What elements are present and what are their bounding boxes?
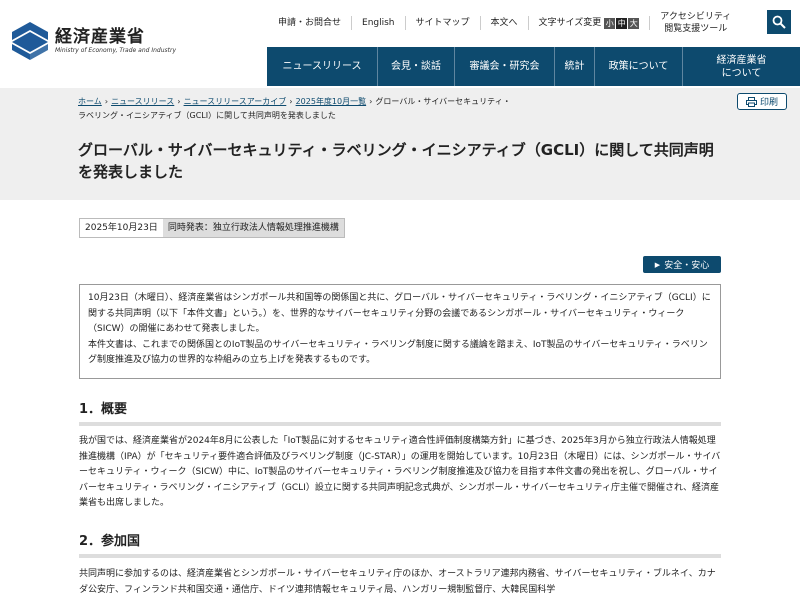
font-size-large[interactable]: 大 [628,17,640,29]
logo-japanese: 経済産業省 [55,27,145,47]
breadcrumb: ホーム › ニュースリリース › ニュースリリースアーカイブ › 2025年度10月一覧 › グ… [78,97,511,120]
font-size-label: 文字サイズ変更 [538,18,602,28]
accessibility-line1: アクセシビリティ [660,12,732,22]
nav-news-release[interactable]: ニュースリリース [267,47,377,86]
font-size-small[interactable]: 小 [604,17,616,29]
category-tag-label: 安全・安心 [664,261,710,271]
utility-nav: 申請・お問合せ English サイトマップ 本文へ 文字サイズ変更 小 中 大… [268,10,741,36]
nav-about-line1: 経済産業省 [716,54,767,66]
printer-icon [745,96,757,107]
search-button[interactable] [767,10,791,34]
util-link-english[interactable]: English [352,16,406,30]
breadcrumb-month-list[interactable]: 2025年度10月一覧 [296,97,367,106]
section-heading-overview: 1．概要 [79,398,721,426]
section-body-participants: 共同声明に参加するのは、経済産業省とシンガポール・サイバーセキュリティ庁のほか、… [79,569,716,595]
main-nav: ニュースリリース 会見・談話 審議会・研究会 統計 政策について 経済産業省 に… [267,47,800,86]
accessibility-line2: 閲覧支援ツール [664,24,728,34]
site-header: 経済産業省 Ministry of Economy, Trade and Ind… [0,0,800,88]
section-heading-participants: 2．参加国 [79,530,721,558]
nav-about-line2: について [721,67,762,79]
nav-councils[interactable]: 審議会・研究会 [454,47,554,86]
joint-announcement: 同時発表：独立行政法人情報処理推進機構 [162,219,344,237]
site-logo[interactable]: 経済産業省 Ministry of Economy, Trade and Ind… [12,22,176,60]
section-body-overview: 我が国では、経済産業省が2024年8月に公表した「IoT製品に対するセキュリティ… [79,436,721,508]
util-link-sitemap[interactable]: サイトマップ [406,16,481,30]
nav-statistics[interactable]: 統計 [554,47,594,86]
play-arrow-icon: ▶ [654,260,661,269]
breadcrumb-current-cont: ラベリング・イニシアティブ（GCLI）に関して共同声明を発表しました [78,111,336,120]
summary-text: 10月23日（木曜日）、経済産業省はシンガポール共和国等の関係国と共に、グローバ… [88,293,711,365]
summary-box: 10月23日（木曜日）、経済産業省はシンガポール共和国等の関係国と共に、グローバ… [79,284,721,379]
search-icon [772,15,786,29]
logo-english: Ministry of Economy, Trade and Industry [55,47,177,54]
category-tag-button[interactable]: ▶ 安全・安心 [643,256,721,273]
meti-logo-icon [12,22,48,60]
util-link-contact[interactable]: 申請・お問合せ [268,16,353,30]
print-label: 印刷 [759,98,778,108]
nav-press-conference[interactable]: 会見・談話 [377,47,454,86]
title-band: ホーム › ニュースリリース › ニュースリリースアーカイブ › 2025年度10月一覧 › グ… [0,88,800,200]
print-button[interactable]: 印刷 [737,93,787,110]
breadcrumb-archive[interactable]: ニュースリリースアーカイブ [184,97,287,106]
breadcrumb-current: グローバル・サイバーセキュリティ・ [375,97,511,106]
font-size-control: 文字サイズ変更 小 中 大 [529,16,651,30]
font-size-medium[interactable]: 中 [616,17,628,29]
nav-policies[interactable]: 政策について [594,47,682,86]
breadcrumb-home[interactable]: ホーム [78,97,102,106]
breadcrumb-news-release[interactable]: ニュースリリース [111,97,174,106]
util-link-skip-to-content[interactable]: 本文へ [481,16,529,30]
release-date: 2025年10月23日 [80,219,163,237]
nav-about-meti[interactable]: 経済産業省 について [682,47,800,86]
page-title: グローバル・サイバーセキュリティ・ラベリング・イニシアティブ（GCLI）に関して… [78,141,714,181]
release-meta: 2025年10月23日 同時発表：独立行政法人情報処理推進機構 [79,218,345,238]
accessibility-link[interactable]: アクセシビリティ 閲覧支援ツール [650,11,741,35]
